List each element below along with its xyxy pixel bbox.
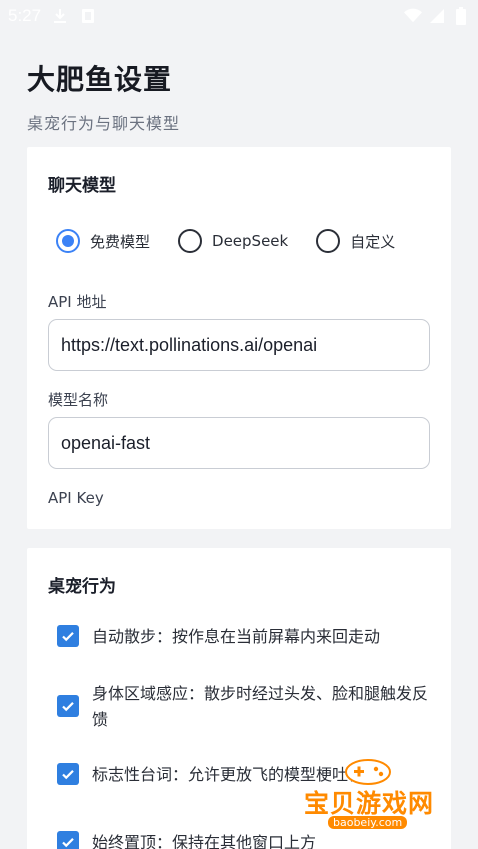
page-title: 大肥鱼设置 [27, 63, 173, 96]
check-auto-walk[interactable]: 自动散步：按作息在当前屏幕内来回走动 [57, 624, 437, 650]
radio-free-model[interactable]: 免费模型 [56, 229, 150, 253]
radio-custom[interactable]: 自定义 [316, 229, 395, 253]
page-header: 大肥鱼设置 桌宠行为与聊天模型 [0, 32, 478, 134]
radio-indicator[interactable] [178, 229, 203, 253]
check-label: 自动散步：按作息在当前屏幕内来回走动 [92, 627, 381, 646]
battery-icon [452, 7, 470, 25]
radio-label: DeepSeek [212, 232, 289, 250]
checkbox[interactable] [57, 625, 79, 647]
watermark-text: 宝贝游戏网 [304, 789, 435, 818]
radio-deepseek[interactable]: DeepSeek [178, 229, 288, 253]
signal-icon [428, 7, 446, 25]
radio-indicator[interactable] [56, 229, 80, 253]
checkbox[interactable] [57, 695, 79, 717]
model-name-input[interactable] [48, 417, 430, 469]
check-icon [62, 838, 74, 848]
page-subtitle: 桌宠行为与聊天模型 [27, 114, 181, 133]
watermark-url: baobeiy.com [328, 816, 408, 829]
pet-behavior-title: 桌宠行为 [48, 577, 116, 597]
app-notification-icon [79, 7, 97, 25]
watermark: 宝贝游戏网 baobeiy.com [298, 756, 448, 842]
check-icon [62, 770, 74, 780]
check-body-sense[interactable]: 身体区域感应：散步时经过头发、脸和腿触发反馈 [57, 681, 437, 733]
model-radio-group: 免费模型 DeepSeek 自定义 [56, 229, 423, 253]
api-url-input[interactable] [48, 319, 430, 371]
radio-label: 免费模型 [90, 232, 151, 251]
download-icon [51, 7, 69, 25]
chat-model-card: 聊天模型 免费模型 DeepSeek 自定义 API 地址 模型名称 API K… [27, 147, 451, 529]
check-icon [62, 632, 74, 642]
gamepad-icon [345, 759, 391, 785]
api-url-label: API 地址 [48, 293, 107, 311]
check-label: 身体区域感应：散步时经过头发、脸和腿触发反馈 [92, 684, 429, 729]
checkbox[interactable] [57, 831, 79, 849]
radio-indicator[interactable] [316, 229, 341, 253]
check-label: 始终置顶：保持在其他窗口上方 [92, 833, 317, 849]
model-name-label: 模型名称 [48, 391, 109, 409]
checkbox[interactable] [57, 763, 79, 785]
radio-label: 自定义 [350, 232, 396, 251]
api-key-label: API Key [48, 489, 104, 507]
status-time: 5:27 [8, 6, 42, 25]
wifi-icon [404, 7, 422, 25]
chat-model-title: 聊天模型 [48, 176, 116, 196]
status-bar: 5:27 [0, 0, 478, 32]
check-icon [62, 702, 74, 712]
